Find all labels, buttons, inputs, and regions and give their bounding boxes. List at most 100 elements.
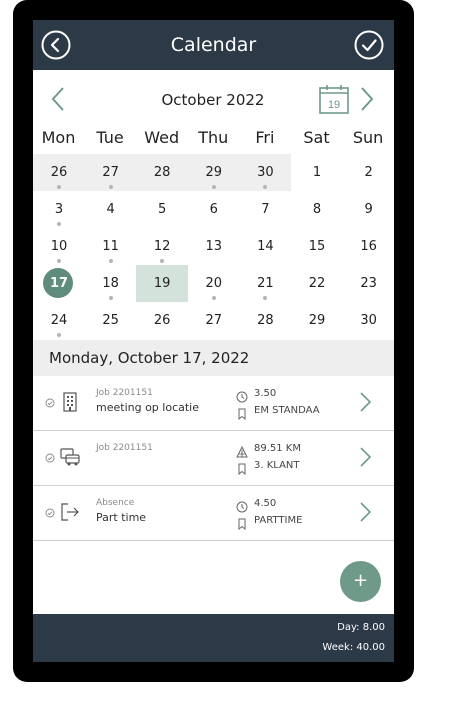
day-number: 4 (106, 202, 115, 217)
day-number: 20 (205, 276, 223, 291)
day-number: 8 (312, 202, 322, 217)
weekday-label: Sun (352, 128, 384, 147)
day-cell[interactable]: 10 (33, 228, 85, 265)
entry-row[interactable]: Job 2201151 89.51 KM 3. KLANT (33, 431, 394, 486)
day-number: 3 (54, 202, 64, 217)
event-dot (57, 333, 61, 337)
day-number: 28 (153, 165, 171, 180)
entry-row[interactable]: Absence Part time 4.50 PARTTIME (33, 486, 394, 541)
status-check-icon (45, 508, 55, 518)
day-cell[interactable]: 15 (291, 228, 343, 265)
day-cell[interactable]: 11 (85, 228, 137, 265)
day-cell[interactable]: 27 (84, 154, 137, 191)
bookmark-icon (236, 460, 248, 476)
day-cell[interactable]: 24 (33, 302, 85, 339)
day-cell[interactable]: 6 (188, 191, 240, 228)
day-number: 11 (102, 239, 119, 254)
chevron-right-icon[interactable] (358, 445, 372, 469)
month-navigation: October 2022 19 (33, 70, 394, 128)
day-cell-selected[interactable]: 19 (136, 265, 189, 302)
day-cell[interactable]: 28 (136, 154, 189, 191)
selected-date-header: Monday, October 17, 2022 (33, 340, 394, 376)
entry-subtitle: Job 2201151 (96, 443, 153, 453)
next-month-chevron-icon[interactable] (358, 85, 376, 113)
entry-value-secondary: PARTTIME (254, 515, 303, 526)
day-cell[interactable]: 30 (343, 302, 394, 339)
car-icon (59, 446, 81, 468)
day-cell[interactable]: 23 (343, 265, 394, 302)
day-number: 26 (50, 165, 68, 180)
add-entry-button[interactable]: + (340, 561, 381, 602)
day-number: 14 (257, 239, 274, 254)
previous-month-chevron-icon[interactable] (49, 85, 67, 113)
calendar-today-icon[interactable]: 19 (318, 83, 350, 115)
day-number: 23 (360, 276, 377, 291)
day-cell[interactable]: 9 (343, 191, 394, 228)
event-dot (160, 259, 165, 263)
day-number: 22 (308, 276, 326, 291)
entry-value-primary: 4.50 (254, 498, 277, 509)
day-cell[interactable]: 1 (291, 154, 343, 191)
day-cell[interactable]: 3 (33, 191, 85, 228)
entry-row[interactable]: Job 2201151 meeting op locatie 3.50 EM STAN… (33, 376, 394, 431)
day-number: 15 (308, 239, 326, 254)
confirm-check-icon[interactable] (354, 30, 384, 60)
status-check-icon (45, 453, 55, 463)
day-cell[interactable]: 26 (136, 302, 188, 339)
event-dot (57, 222, 61, 226)
event-dot (57, 259, 61, 263)
status-check-icon (45, 398, 55, 408)
day-number: 17 (49, 276, 69, 291)
day-number: 27 (205, 313, 223, 328)
entry-subtitle: Absence (96, 498, 135, 508)
building-icon (59, 391, 81, 413)
event-dot (108, 259, 113, 263)
day-total: Day: 8.00 (337, 622, 385, 633)
day-cell[interactable]: 8 (291, 191, 343, 228)
totals-footer: Day: 8.00 Week: 40.00 (33, 614, 394, 662)
day-cell[interactable]: 4 (85, 191, 137, 228)
page-title: Calendar (170, 34, 257, 56)
day-cell[interactable]: 27 (188, 302, 240, 339)
day-number: 26 (153, 313, 171, 328)
day-number: 29 (205, 165, 223, 180)
day-cell[interactable]: 14 (239, 228, 291, 265)
day-cell[interactable]: 26 (33, 154, 85, 191)
day-cell[interactable]: 29 (291, 302, 343, 339)
weekday-label: Sat (303, 128, 330, 147)
day-cell-today[interactable]: 17 (33, 265, 85, 302)
day-number: 9 (364, 202, 373, 217)
day-cell[interactable]: 21 (239, 265, 291, 302)
weekday-label: Mon (41, 128, 76, 147)
day-cell[interactable]: 13 (188, 228, 240, 265)
day-number: 2 (364, 165, 373, 180)
day-cell[interactable]: 2 (343, 154, 394, 191)
day-cell[interactable]: 29 (187, 154, 240, 191)
day-cell[interactable]: 25 (85, 302, 137, 339)
selected-date-label: Monday, October 17, 2022 (49, 349, 250, 367)
weekday-header: Mon Tue Wed Thu Fri Sat Sun (33, 128, 394, 156)
day-number: 6 (209, 202, 218, 217)
day-cell[interactable]: 7 (239, 191, 291, 228)
day-cell[interactable]: 18 (85, 265, 137, 302)
event-dot (108, 296, 113, 300)
exit-icon (59, 501, 81, 523)
day-number: 28 (257, 313, 274, 328)
weekday-label: Fri (255, 128, 275, 147)
chevron-right-icon[interactable] (358, 500, 372, 524)
day-cell[interactable]: 20 (188, 265, 240, 302)
event-dot (263, 185, 268, 189)
day-cell[interactable]: 5 (136, 191, 188, 228)
today-badge-number: 19 (328, 99, 340, 111)
day-cell[interactable]: 30 (239, 154, 292, 191)
entry-subtitle: Job 2201151 (96, 388, 153, 398)
app-header: Calendar (33, 20, 394, 70)
day-cell[interactable]: 16 (343, 228, 394, 265)
day-number: 7 (261, 202, 270, 217)
chevron-right-icon[interactable] (358, 390, 372, 414)
entry-value-primary: 3.50 (254, 388, 277, 399)
day-number: 21 (257, 276, 274, 291)
day-cell[interactable]: 12 (136, 228, 188, 265)
day-cell[interactable]: 28 (239, 302, 291, 339)
day-cell[interactable]: 22 (291, 265, 343, 302)
